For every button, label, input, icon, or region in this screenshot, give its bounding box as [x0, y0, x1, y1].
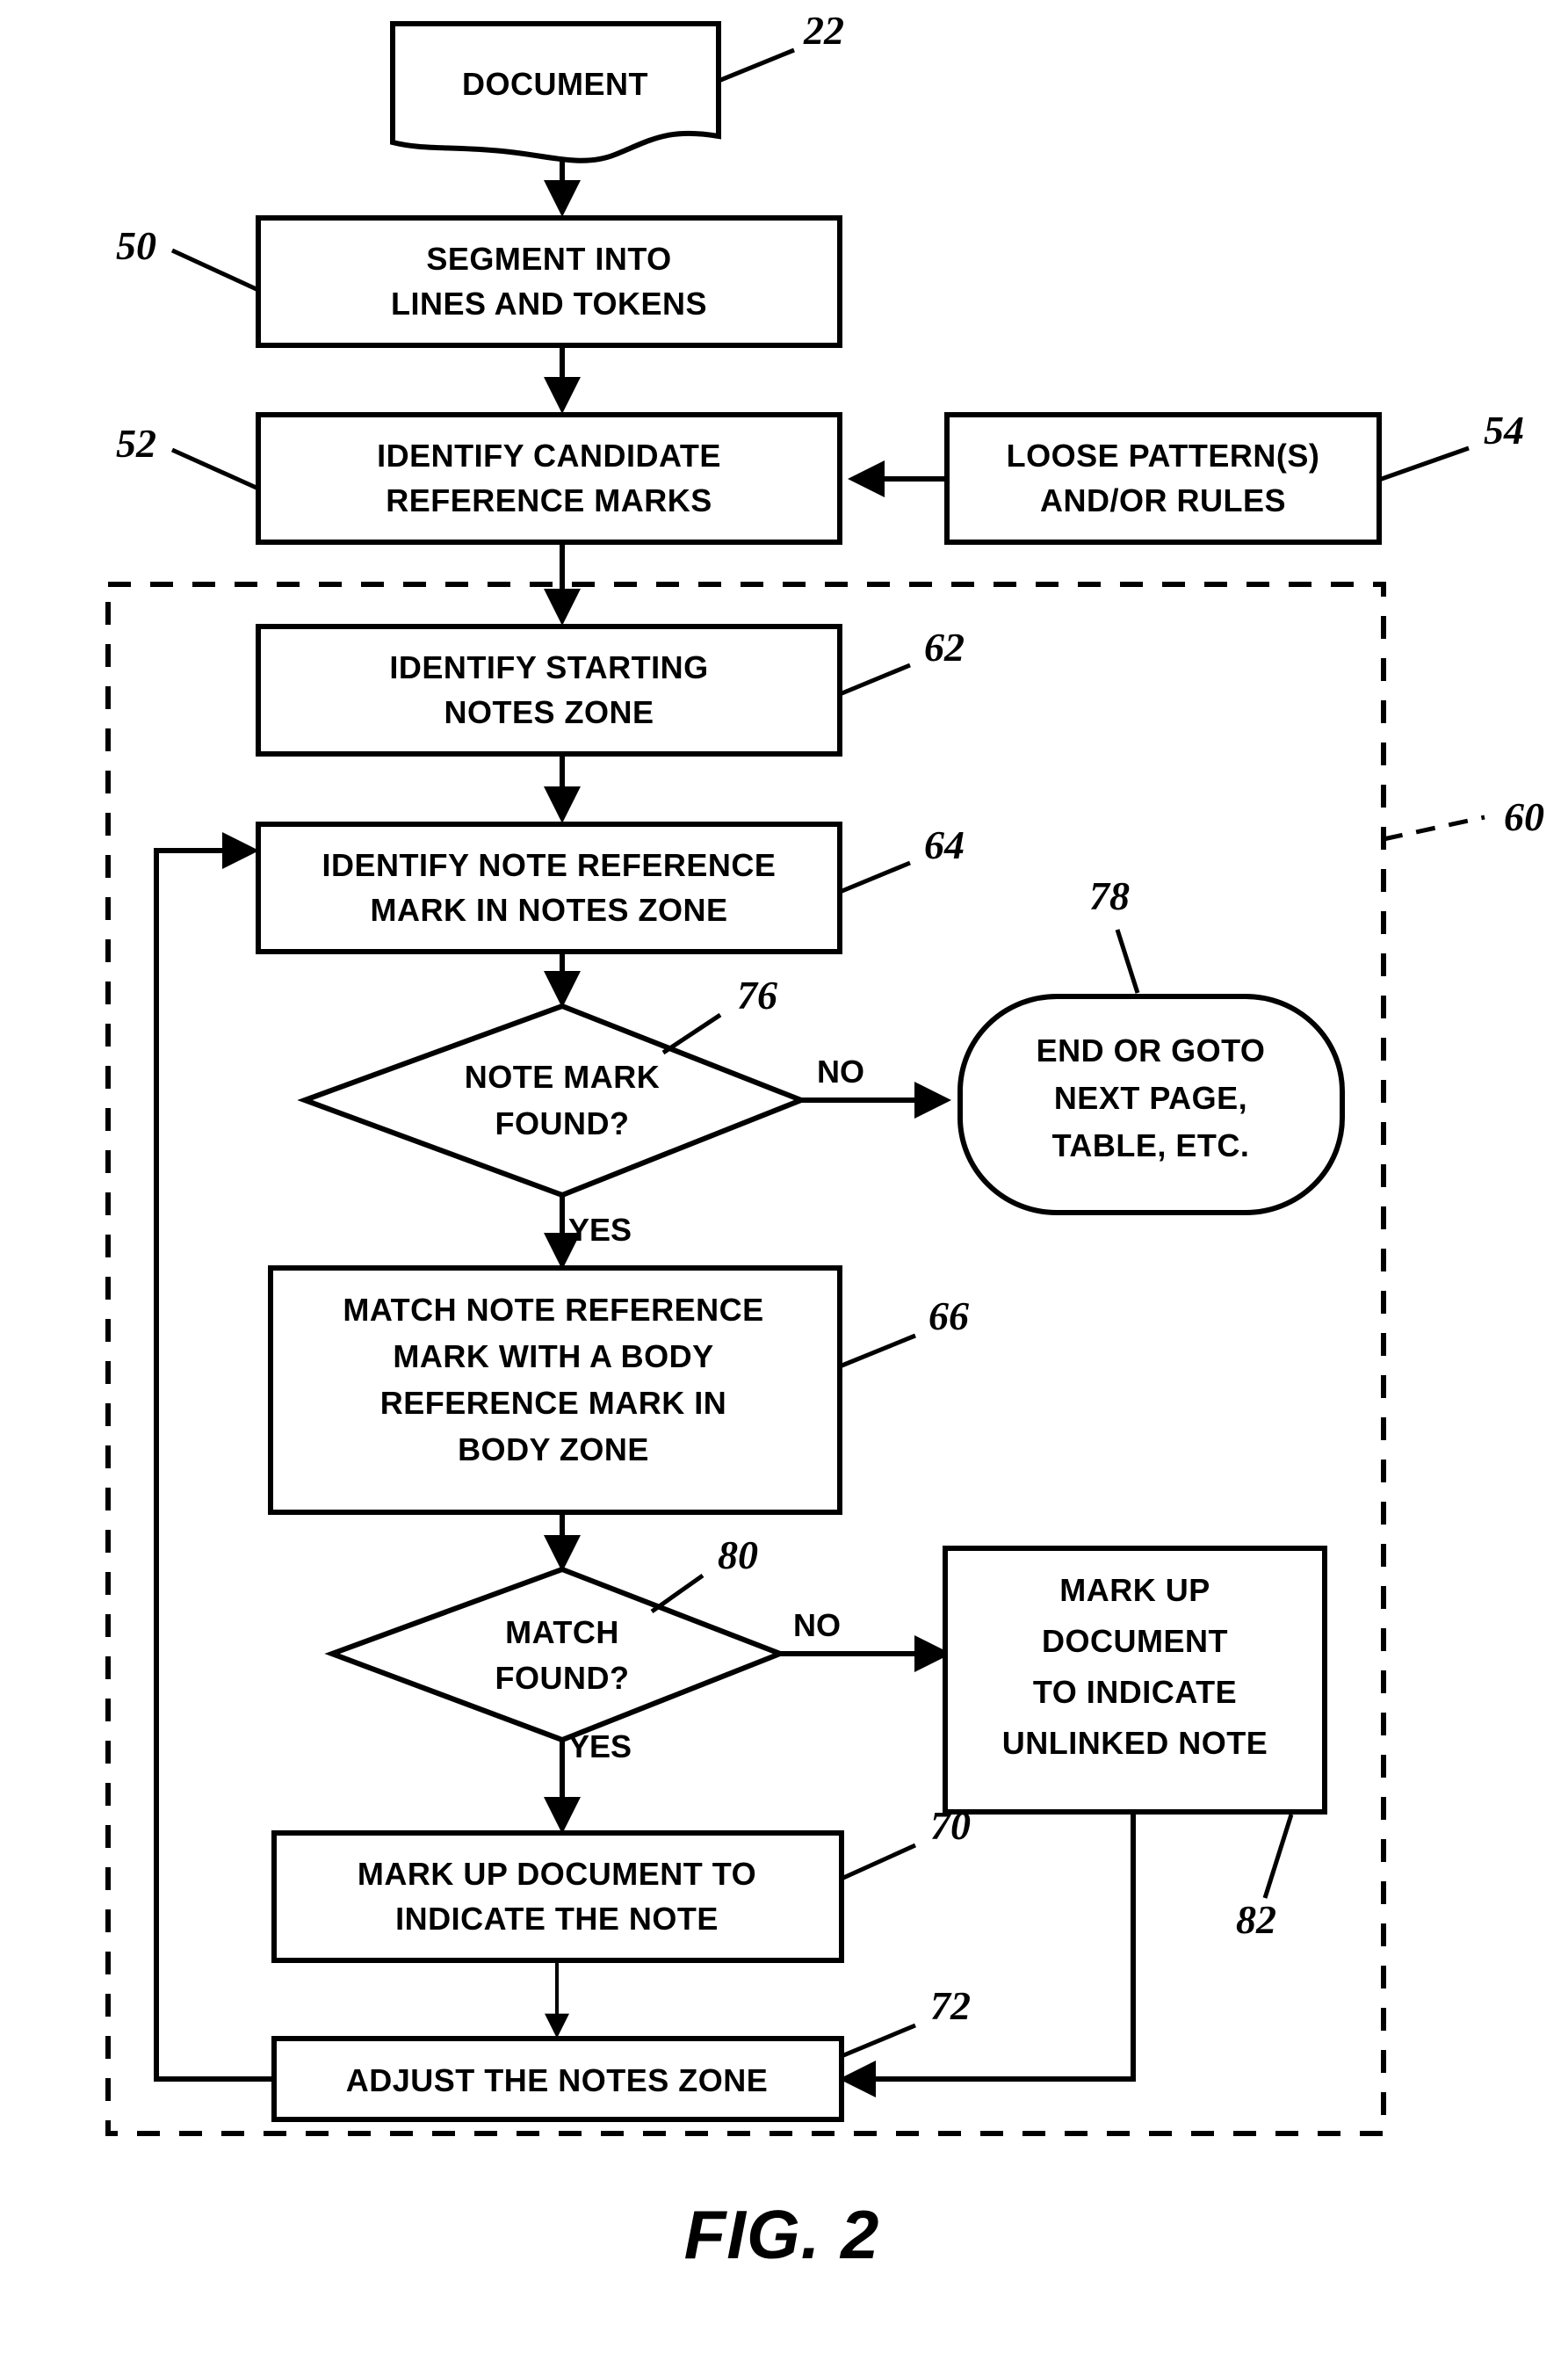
flowchart-canvas: 60 DOCUMENT 22 SEGMENT INTO LINES AND TO…: [105, 8, 1544, 2273]
identify-candidate-label-line-1: IDENTIFY CANDIDATE: [377, 438, 721, 474]
adjust-notes-zone-label: ADJUST THE NOTES ZONE: [346, 2062, 769, 2098]
identify-starting-zone-label-line-1: IDENTIFY STARTING: [389, 649, 708, 685]
ref-leader-66: [839, 1333, 916, 1369]
segment-node-label-line-1: SEGMENT INTO: [426, 241, 671, 277]
markup-unlinked-label-line-4: UNLINKED NOTE: [1002, 1725, 1268, 1761]
identify-starting-zone-node-shape: [256, 624, 842, 757]
ref-number-78: 78: [1089, 873, 1130, 918]
ref-leader-80: [650, 1573, 705, 1614]
identify-starting-zone-label-line-2: NOTES ZONE: [444, 694, 654, 730]
ref-leader-82: [1262, 1814, 1294, 1899]
note-mark-found-label-line-2: FOUND?: [495, 1105, 630, 1141]
markup-unlinked-label-line-3: TO INDICATE: [1033, 1674, 1237, 1710]
identify-note-mark-label-line-2: MARK IN NOTES ZONE: [370, 892, 727, 928]
ref-number-82: 82: [1236, 1897, 1276, 1942]
edge-adjust-zone-loopback-to-identify-note-mark: [154, 832, 274, 2082]
ref-number-72: 72: [930, 1983, 971, 2028]
ref-leader-54: [1378, 446, 1470, 482]
identify-note-mark-label-line-1: IDENTIFY NOTE REFERENCE: [322, 847, 777, 883]
markup-note-label-line-1: MARK UP DOCUMENT TO: [358, 1856, 756, 1892]
ref-number-60: 60: [1504, 794, 1544, 839]
ref-number-80: 80: [718, 1532, 758, 1577]
note-mark-found-label-line-1: NOTE MARK: [465, 1059, 661, 1095]
loose-patterns-label-line-1: LOOSE PATTERN(S): [1007, 438, 1320, 474]
markup-unlinked-label-line-1: MARK UP: [1059, 1572, 1210, 1608]
markup-note-node-shape: [271, 1830, 844, 1963]
ref-leader-60: [1383, 815, 1485, 842]
ref-leader-64: [839, 860, 911, 895]
ref-number-64: 64: [924, 822, 965, 867]
ref-leader-76: [661, 1012, 722, 1055]
identify-note-mark-node-shape: [256, 822, 842, 954]
match-found-diamond-shape: [324, 1566, 788, 1743]
identify-candidate-label-line-2: REFERENCE MARKS: [386, 482, 712, 518]
ref-leader-62: [839, 663, 911, 697]
identify-candidate-node-shape: [256, 412, 842, 545]
ref-number-54: 54: [1484, 408, 1524, 453]
match-note-mark-label-line-2: MARK WITH A BODY: [393, 1338, 713, 1374]
document-node-label: DOCUMENT: [462, 66, 648, 102]
segment-node-shape: [256, 215, 842, 348]
edge-label-note-mark-no: NO: [817, 1054, 864, 1090]
figure-2-flowchart: 60 DOCUMENT 22 SEGMENT INTO LINES AND TO…: [0, 0, 1568, 2376]
end-or-goto-label-line-1: END OR GOTO: [1037, 1032, 1266, 1068]
ref-number-62: 62: [924, 625, 965, 670]
ref-number-70: 70: [930, 1803, 971, 1848]
ref-leader-72: [841, 2023, 916, 2059]
end-or-goto-label-line-2: NEXT PAGE,: [1054, 1080, 1247, 1116]
ref-number-76: 76: [737, 973, 777, 1018]
figure-caption: FIG. 2: [684, 2196, 880, 2273]
ref-leader-22: [718, 47, 795, 83]
segment-node-label-line-2: LINES AND TOKENS: [391, 286, 707, 322]
loose-patterns-label-line-2: AND/OR RULES: [1040, 482, 1286, 518]
ref-number-50: 50: [116, 223, 156, 268]
ref-leader-70: [840, 1843, 917, 1881]
match-found-label-line-1: MATCH: [505, 1614, 619, 1650]
ref-leader-78: [1115, 929, 1140, 994]
ref-number-22: 22: [803, 8, 844, 53]
ref-leader-50: [170, 248, 260, 293]
end-or-goto-label-line-3: TABLE, ETC.: [1052, 1127, 1250, 1163]
edge-label-note-mark-yes: YES: [568, 1212, 632, 1248]
match-note-mark-label-line-3: REFERENCE MARK IN: [380, 1385, 727, 1421]
match-found-label-line-2: FOUND?: [495, 1660, 630, 1696]
match-note-mark-label-line-1: MATCH NOTE REFERENCE: [343, 1292, 763, 1328]
note-mark-found-diamond-shape: [297, 1003, 809, 1199]
edge-label-match-yes: YES: [568, 1728, 632, 1764]
ref-leader-52: [170, 447, 260, 491]
markup-note-label-line-2: INDICATE THE NOTE: [395, 1901, 719, 1937]
edge-label-match-no: NO: [793, 1607, 841, 1643]
loose-patterns-node-shape: [944, 412, 1382, 545]
markup-unlinked-label-line-2: DOCUMENT: [1042, 1623, 1228, 1659]
match-note-mark-label-line-4: BODY ZONE: [458, 1431, 649, 1467]
ref-number-66: 66: [929, 1293, 969, 1338]
ref-number-52: 52: [116, 421, 156, 466]
